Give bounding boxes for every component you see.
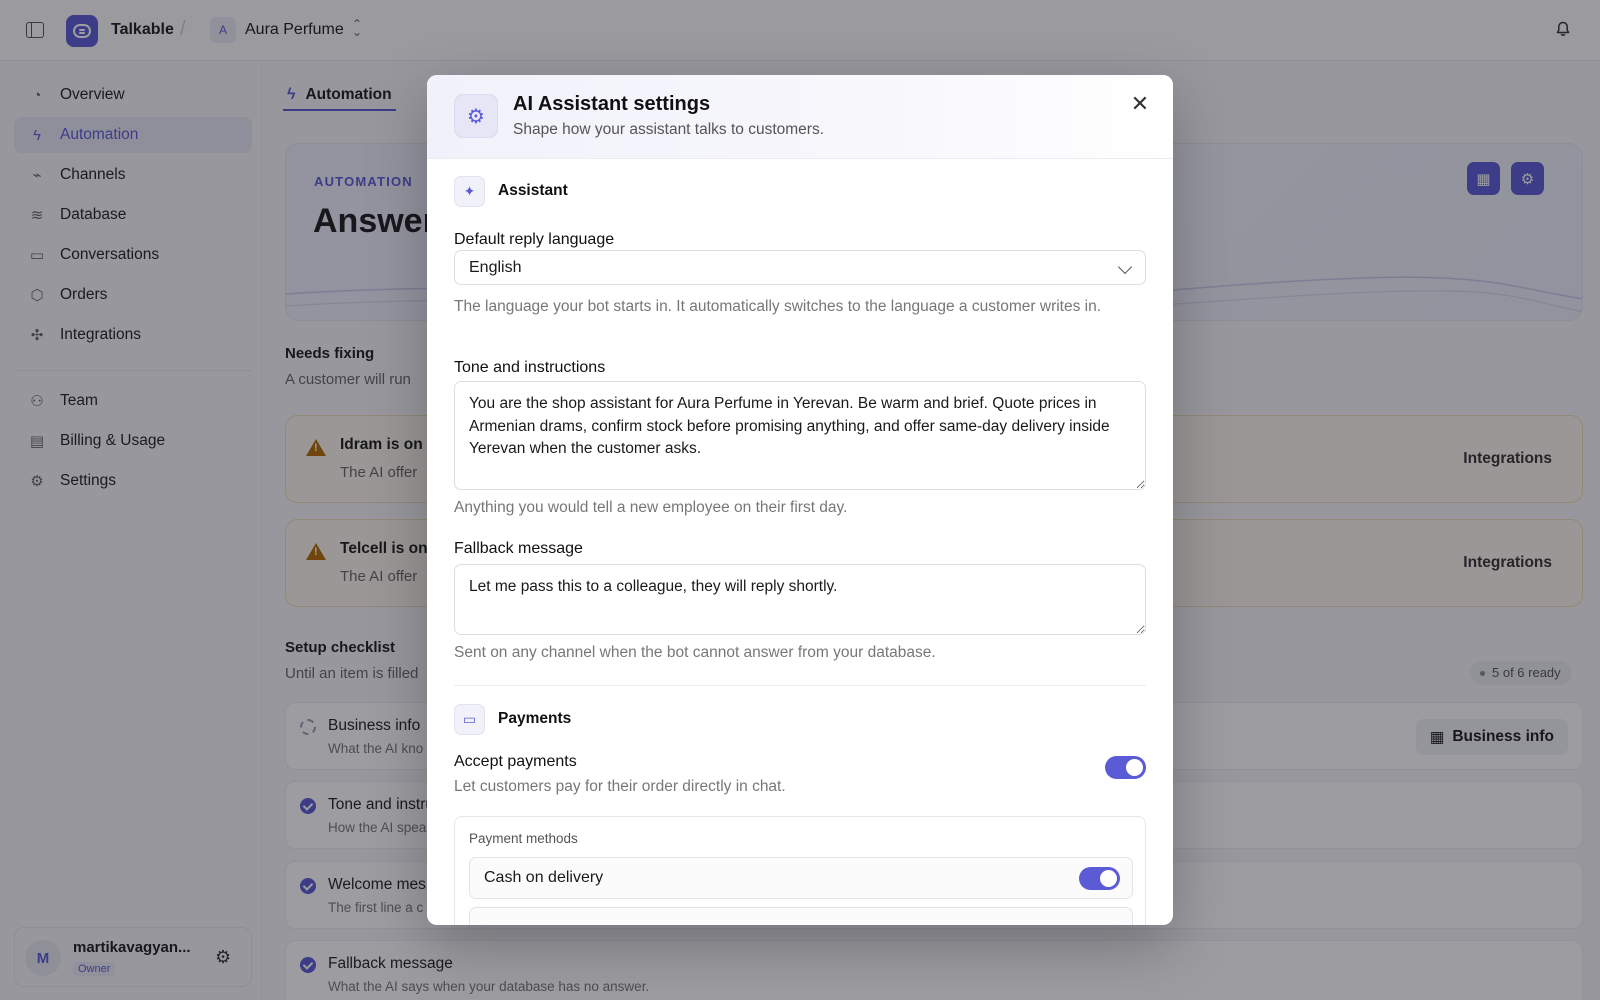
language-help: The language your bot starts in. It auto…	[454, 298, 1102, 315]
section-label: Assistant	[498, 182, 568, 199]
tone-textarea[interactable]: You are the shop assistant for Aura Perf…	[454, 381, 1146, 490]
payment-method-row[interactable]	[469, 907, 1133, 925]
credit-card-icon: ▭	[454, 703, 485, 735]
modal-title: AI Assistant settings	[513, 93, 711, 115]
section-divider	[454, 685, 1146, 686]
payment-methods-box: Payment methods Cash on delivery	[454, 816, 1146, 925]
payments-section-header: ▭ Payments	[454, 703, 571, 735]
payment-methods-title: Payment methods	[469, 831, 578, 846]
accept-payments-toggle[interactable]	[1105, 756, 1146, 779]
language-select[interactable]: English	[454, 250, 1146, 285]
fallback-help: Sent on any channel when the bot cannot …	[454, 644, 936, 661]
tone-help: Anything you would tell a new employee o…	[454, 499, 848, 516]
tone-label: Tone and instructions	[454, 359, 606, 376]
cash-on-delivery-toggle[interactable]	[1079, 867, 1120, 890]
accept-payments-label: Accept payments	[454, 753, 577, 770]
fallback-textarea[interactable]: Let me pass this to a colleague, they wi…	[454, 564, 1146, 635]
language-label: Default reply language	[454, 231, 615, 248]
sparkle-icon: ✦	[454, 175, 485, 207]
language-value: English	[469, 258, 522, 276]
accept-payments-help: Let customers pay for their order direct…	[454, 778, 786, 795]
section-label: Payments	[498, 710, 572, 727]
ai-assistant-settings-modal: ⚙ AI Assistant settings Shape how your a…	[427, 75, 1173, 925]
modal-body: ✦ Assistant Default reply language Engli…	[454, 159, 1146, 925]
fallback-label: Fallback message	[454, 540, 583, 557]
payment-method-row[interactable]: Cash on delivery	[469, 857, 1133, 899]
close-icon[interactable]: ✕	[1127, 91, 1153, 117]
modal-subtitle: Shape how your assistant talks to custom…	[513, 121, 825, 138]
chevron-down-icon	[1117, 259, 1133, 275]
assistant-section-header: ✦ Assistant	[454, 175, 568, 207]
gear-icon: ⚙	[454, 94, 498, 138]
modal-header: ⚙ AI Assistant settings Shape how your a…	[427, 75, 1173, 159]
payment-method-label: Cash on delivery	[484, 869, 604, 886]
